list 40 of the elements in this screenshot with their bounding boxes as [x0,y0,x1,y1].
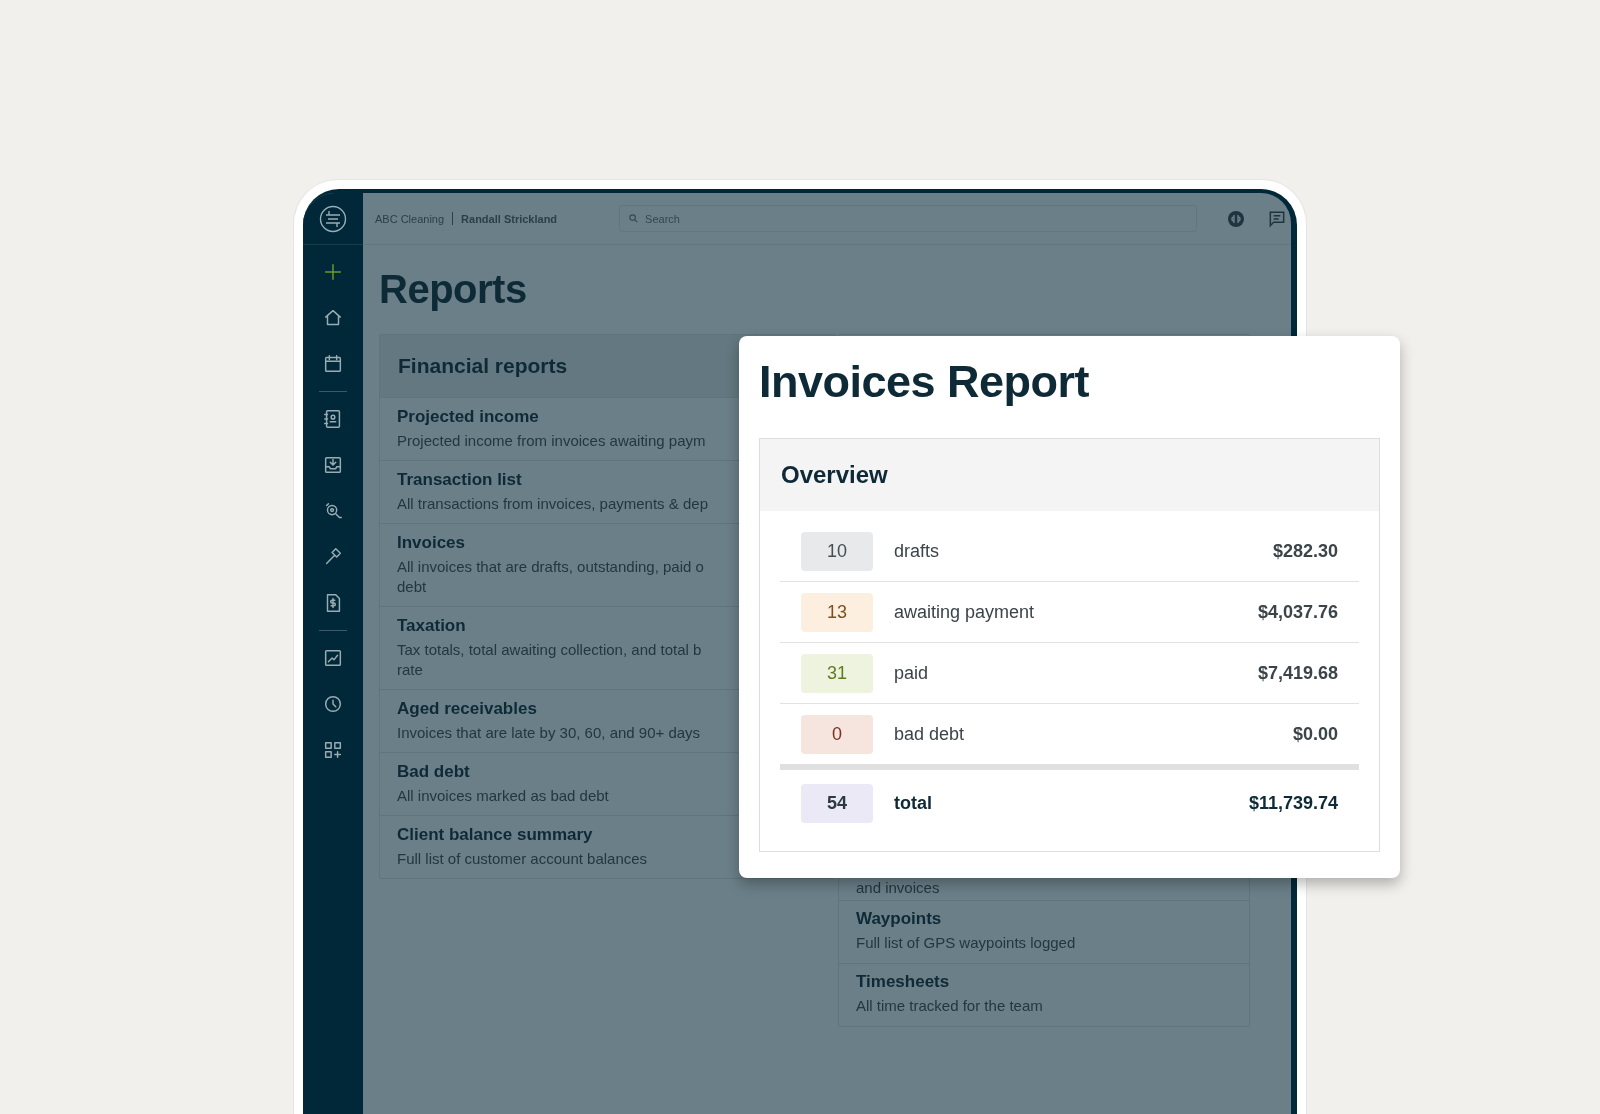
search-icon [628,213,640,224]
calendar-icon[interactable] [322,353,344,375]
count-badge: 31 [801,653,873,693]
amount: $282.30 [1272,540,1338,562]
status-label: total [894,792,933,814]
report-description: All time tracked for the team [856,996,1044,1016]
report-description: All transactions from invoices, payments & dep [397,494,709,514]
status-label: bad debt [894,723,966,745]
amount: $0.00 [1292,723,1338,745]
clock-icon[interactable] [322,693,344,715]
user-name: Randall Strickland [461,212,558,225]
report-description: Invoices that are late by 30, 60, and 90+ days [397,723,702,743]
count-badge: 54 [801,783,873,823]
status-label: awaiting payment [894,601,1036,623]
count-badge: 13 [801,592,873,632]
amount: $11,739.74 [1248,792,1338,814]
amount: $4,037.76 [1257,601,1338,623]
panel-title: Overview [760,439,1379,511]
search-field[interactable]: Search [619,205,1198,232]
apps-icon[interactable] [322,739,344,761]
count-badge: 0 [801,714,873,754]
logo-icon[interactable] [319,204,347,233]
page-title: Reports [379,267,528,312]
report-description: Full list of customer account balances [397,849,649,869]
report-link[interactable]: Timesheets [856,972,1232,992]
report-link[interactable]: Waypoints [856,909,1232,929]
status-label: paid [894,662,930,684]
amount: $7,419.68 [1257,662,1338,684]
report-description: and invoices [856,879,941,897]
plus-icon[interactable] [322,261,344,283]
status-label: drafts [894,540,941,562]
report-description: Projected income from invoices awaiting paym [397,431,707,451]
report-description: All invoices that are drafts, outstanding, paid o debt [397,557,705,597]
report-description: Full list of GPS waypoints logged [856,933,1077,953]
count-badge: 10 [801,531,873,571]
inbox-icon[interactable] [322,454,344,476]
report-description: All invoices marked as bad debt [397,786,610,806]
company-name: ABC Cleaning [375,212,445,225]
report-description: Tax totals, total awaiting collection, and total b rate [397,640,703,680]
chart-icon[interactable] [322,647,344,669]
